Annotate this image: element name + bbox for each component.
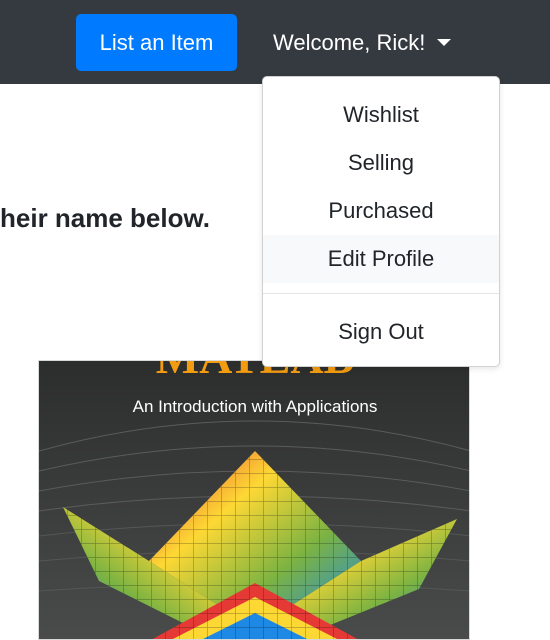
menu-item-selling[interactable]: Selling <box>263 139 499 187</box>
cover-subtitle: An Introduction with Applications <box>132 397 378 416</box>
user-dropdown-menu: Wishlist Selling Purchased Edit Profile … <box>262 76 500 367</box>
list-item-button[interactable]: List an Item <box>76 14 237 71</box>
user-menu-toggle[interactable]: Welcome, Rick! <box>273 14 452 71</box>
page-heading: heir name below. <box>0 203 210 233</box>
caret-down-icon <box>437 39 452 46</box>
menu-item-sign-out[interactable]: Sign Out <box>263 308 499 356</box>
menu-item-purchased[interactable]: Purchased <box>263 187 499 235</box>
book-cover-image: MATLAB An Introduction with Applications <box>38 360 470 640</box>
navbar: List an Item Welcome, Rick! <box>0 0 550 84</box>
menu-divider <box>263 293 499 294</box>
welcome-label: Welcome, Rick! <box>273 30 426 55</box>
menu-item-edit-profile[interactable]: Edit Profile <box>263 235 499 283</box>
menu-item-wishlist[interactable]: Wishlist <box>263 91 499 139</box>
